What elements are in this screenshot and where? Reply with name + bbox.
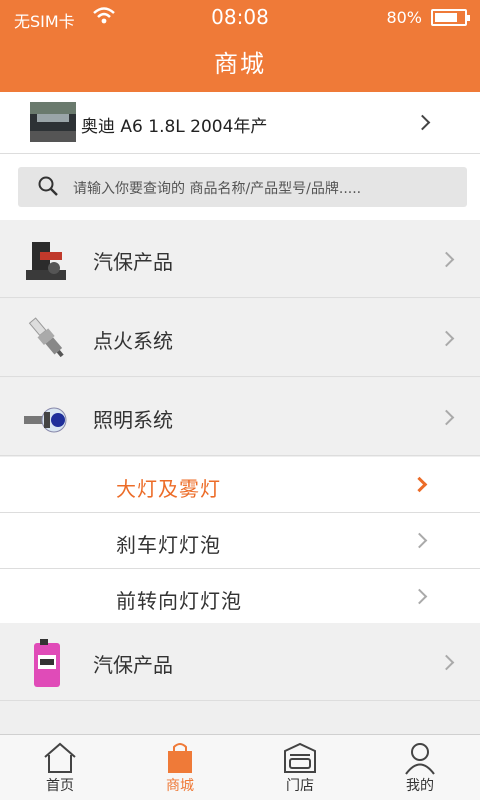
vehicle-selector[interactable]: 奥迪 A6 1.8L 2004年产: [0, 92, 480, 154]
garage-icon: [284, 742, 316, 773]
chevron-right-icon: [438, 654, 455, 671]
shopping-bag-icon: [168, 743, 192, 773]
tab-profile[interactable]: 我的: [360, 735, 480, 800]
headlight-bulb-icon: [24, 407, 67, 433]
pink-fluid-bottle-icon: [34, 639, 60, 687]
subcategory-label: 前转向灯灯泡: [116, 589, 242, 613]
search-placeholder: 请输入你要查询的 商品名称/产品型号/品牌.....: [73, 181, 362, 197]
subcategory-headlight-foglight[interactable]: 大灯及雾灯: [0, 457, 480, 513]
chevron-right-icon: [411, 476, 428, 493]
category-car-maintenance-2[interactable]: 汽保产品: [0, 623, 480, 701]
search-section: 请输入你要查询的 商品名称/产品型号/品牌.....: [0, 154, 480, 220]
category-label: 照明系统: [93, 408, 173, 432]
category-ignition[interactable]: 点火系统: [0, 299, 480, 377]
tab-label: 我的: [406, 778, 434, 794]
chevron-right-icon: [438, 409, 455, 426]
chevron-right-icon: [438, 251, 455, 268]
tab-label: 商城: [166, 778, 194, 794]
tab-store[interactable]: 门店: [240, 735, 360, 800]
lift-equipment-icon: [26, 242, 66, 280]
vehicle-label: 奥迪 A6 1.8L 2004年产: [81, 117, 268, 137]
category-lighting[interactable]: 照明系统: [0, 378, 480, 456]
subcategory-label: 刹车灯灯泡: [116, 533, 221, 557]
battery-percent: 80%: [386, 8, 422, 27]
chevron-right-icon: [414, 114, 431, 131]
category-car-maintenance[interactable]: 汽保产品: [0, 220, 480, 298]
tab-home[interactable]: 首页: [0, 735, 120, 800]
chevron-right-icon: [411, 588, 428, 605]
search-input[interactable]: 请输入你要查询的 商品名称/产品型号/品牌.....: [18, 167, 467, 207]
search-icon: [38, 176, 58, 196]
subcategory-turn-signal-bulb[interactable]: 前转向灯灯泡: [0, 569, 480, 625]
spark-plug-icon: [28, 317, 64, 358]
status-bar: 无SIM卡 08:08 80%: [0, 0, 480, 36]
page-title: 商城: [214, 50, 266, 78]
home-icon: [44, 742, 76, 773]
category-label: 点火系统: [93, 329, 173, 353]
tab-label: 门店: [286, 778, 314, 794]
subcategory-label: 大灯及雾灯: [116, 477, 221, 501]
tab-mall[interactable]: 商城: [120, 735, 240, 800]
car-thumbnail: [30, 102, 76, 142]
user-icon: [405, 743, 435, 775]
app-header: 无SIM卡 08:08 80% 商城: [0, 0, 480, 92]
chevron-right-icon: [411, 532, 428, 549]
tab-label: 首页: [46, 778, 74, 794]
battery-icon: [431, 9, 470, 26]
chevron-right-icon: [438, 330, 455, 347]
battery-fill: [435, 13, 458, 22]
subcategory-brake-bulb[interactable]: 刹车灯灯泡: [0, 513, 480, 569]
bottom-tab-bar: 首页 商城 门店 我的: [0, 734, 480, 800]
category-label: 汽保产品: [93, 653, 173, 677]
category-label: 汽保产品: [93, 250, 173, 274]
